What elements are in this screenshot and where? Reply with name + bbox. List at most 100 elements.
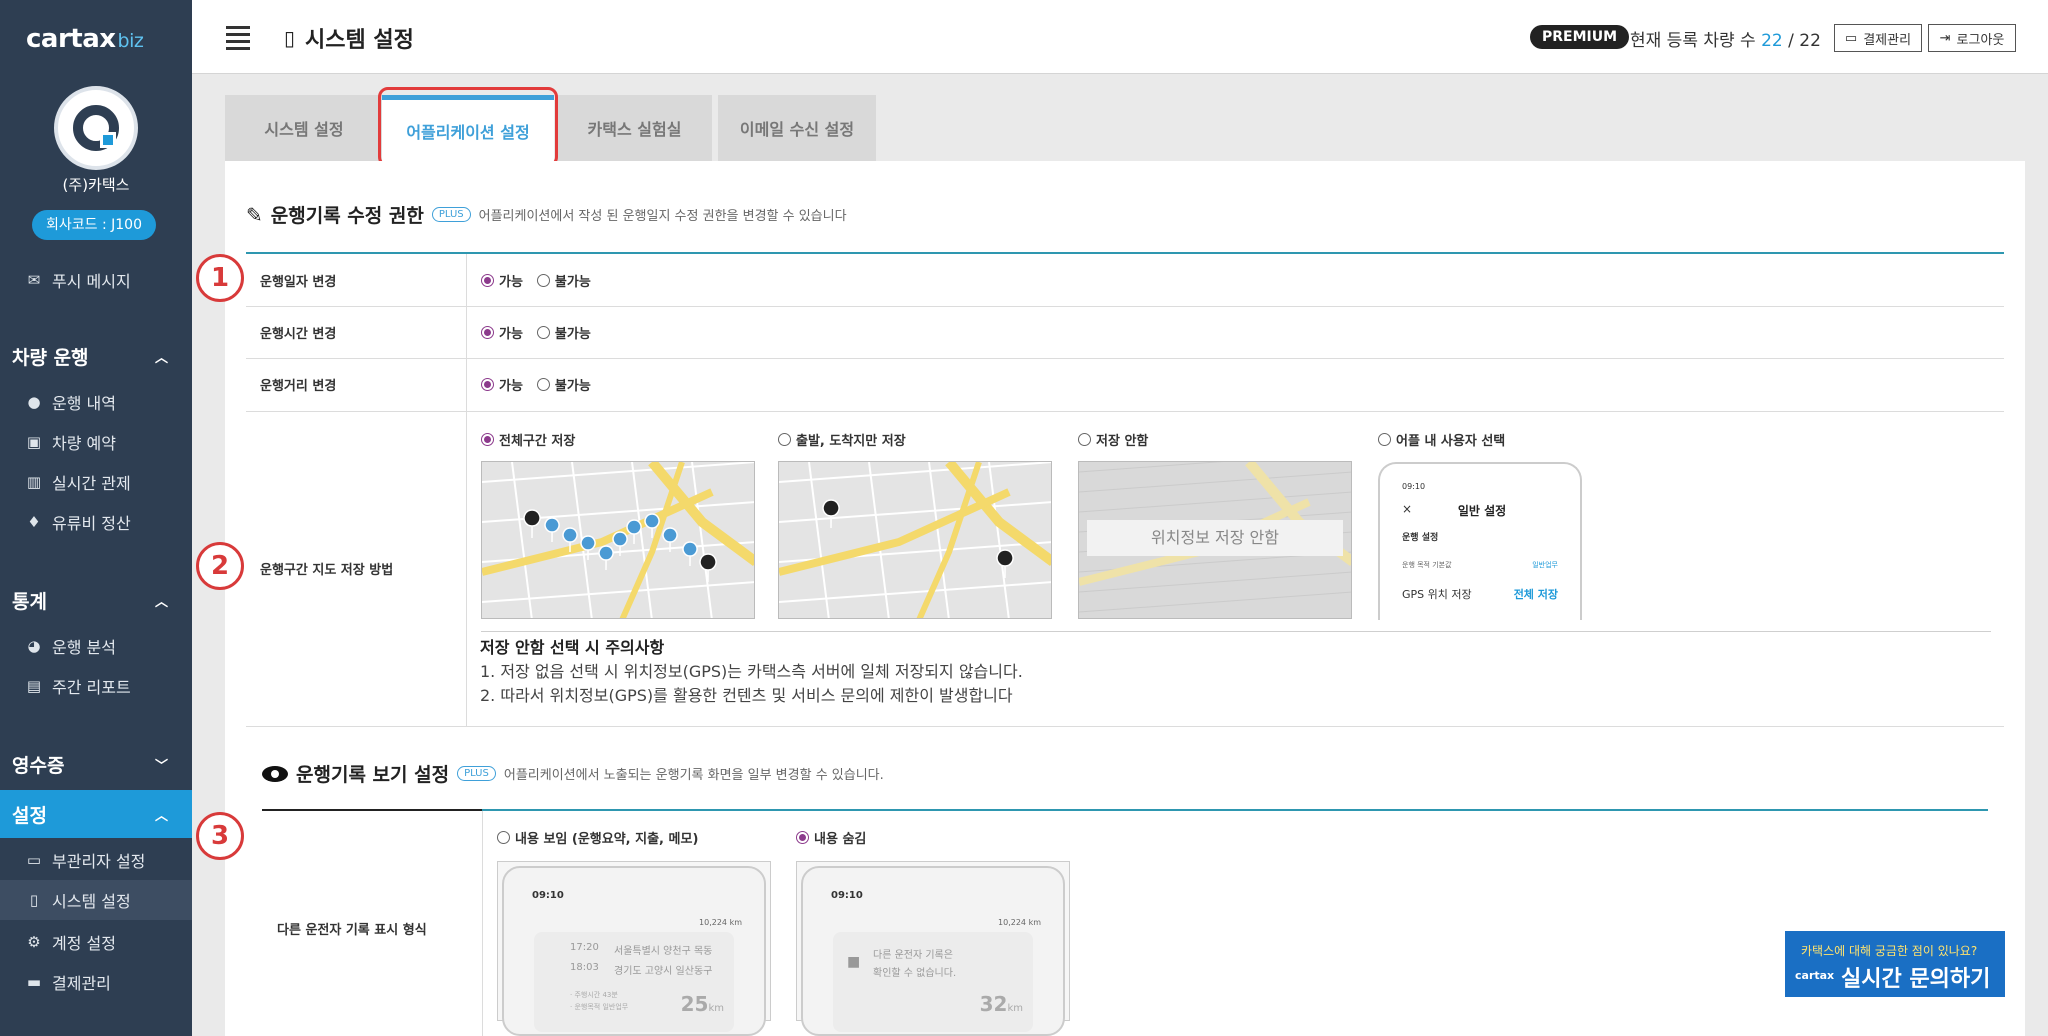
sidebar-item-weekly-report[interactable]: ▤ 주간 리포트 [26,674,131,698]
radio-label: 전체구간 저장 [499,434,576,449]
hamburger-menu-icon[interactable] [226,26,250,50]
section-description: 어플리케이션에서 노출되는 운행기록 화면을 일부 변경할 수 있습니다. [503,768,884,783]
notice-divider [481,631,1991,632]
map-no-save-preview: 위치정보 저장 안함 [1078,461,1352,619]
pie-chart-icon: ◕ [27,637,41,655]
sidebar-item-system-settings[interactable]: ▯ 시스템 설정 [0,880,192,920]
sidebar-item-vehicle-reservation[interactable]: ▣ 차량 예약 [26,430,116,454]
show-content-radio[interactable]: 내용 보임 (운행요약, 지출, 메모) [497,828,698,847]
radio-unchecked[interactable] [536,274,550,287]
hide-content-radio[interactable]: 내용 숨김 [796,828,866,847]
radio-unchecked[interactable] [536,326,550,339]
logout-button-label: 로그아웃 [1956,32,2005,48]
date-change-radio-group: 가능 불가능 [481,271,591,290]
tab-email-settings[interactable]: 이메일 수신 설정 [718,95,876,161]
notice-line-1: 1. 저장 없음 선택 시 위치정보(GPS)는 카택스측 서버에 일체 저장되… [480,662,1023,681]
radio-label: 가능 [499,327,523,342]
sidebar-item-label: 실시간 관제 [52,474,131,493]
radio-unchecked[interactable] [1378,433,1391,446]
trip-place-2: 경기도 고양시 일산동구 [614,966,713,977]
sidebar-section-statistics[interactable]: 통계 ︿ [0,576,192,624]
vehicle-count-separator: / [1782,31,1800,51]
hidden-trip-card: ■ 다른 운전자 기록은 확인할 수 없습니다. 32km [833,932,1033,1032]
eye-icon [262,765,288,782]
live-inquiry-button[interactable]: 카택스에 대해 궁금한 점이 있나요? cartax 실시간 문의하기 [1785,931,2005,997]
time-change-deny-radio[interactable]: 불가능 [536,323,591,342]
show-content-option: 내용 보임 (운행요약, 지출, 메모) [497,828,698,847]
map-save-full-radio[interactable]: 전체구간 저장 [481,430,575,449]
radio-checked[interactable] [796,831,809,844]
radio-checked[interactable] [481,274,494,287]
sidebar-item-push-message[interactable]: ✉ 푸시 메시지 [26,268,131,292]
top-header: ▯ 시스템 설정 PREMIUM 현재 등록 차량 수 22 / 22 ▭ 결제… [192,0,2048,74]
radio-label: 가능 [499,275,523,290]
drop-icon: ♦ [27,513,41,531]
billing-button-label: 결제관리 [1863,32,1912,48]
radio-unchecked[interactable] [497,831,510,844]
distance-change-deny-radio[interactable]: 불가능 [536,375,591,394]
sidebar-item-account-settings[interactable]: ⚙ 계정 설정 [26,930,116,954]
radio-unchecked[interactable] [1078,433,1091,446]
sidebar-item-label: 유류비 정산 [52,514,131,533]
sidebar-section-receipts[interactable]: 영수증 ﹀ [0,740,192,788]
company-code-badge: 회사코드 : J100 [32,210,156,240]
tab-system-settings[interactable]: 시스템 설정 [225,95,383,161]
date-change-allow-radio[interactable]: 가능 [481,271,523,290]
sidebar-item-realtime-control[interactable]: ▥ 실시간 관제 [26,470,131,494]
section-description: 어플리케이션에서 작성 된 운행일지 수정 권한을 변경할 수 있습니다 [478,209,847,224]
radio-checked[interactable] [481,378,494,391]
phone-distance-top: 10,224 km [998,918,1041,927]
chat-bubble-icon: ✉ [27,271,41,289]
radio-unchecked[interactable] [536,378,550,391]
sidebar-item-sub-admin[interactable]: ▭ 부관리자 설정 [26,848,146,872]
row-label-date: 운행일자 변경 [260,275,337,290]
trip-stat-label: · 주행시간 [570,991,601,999]
sidebar-item-label: 차량 예약 [52,434,116,453]
trip-stat-value: 일반업무 [602,1003,629,1011]
time-change-allow-radio[interactable]: 가능 [481,323,523,342]
phone-frame: 09:10 10,224 km ■ 다른 운전자 기록은 확인할 수 없습니다.… [801,866,1065,1036]
sidebar-section-label: 차량 운행 [12,346,89,369]
sidebar-item-fuel-settlement[interactable]: ♦ 유류비 정산 [26,510,131,534]
radio-unchecked[interactable] [778,433,791,446]
map-save-start-end-radio[interactable]: 출발, 도착지만 저장 [778,430,906,449]
sidebar: cartax biz (주)카택스 회사코드 : J100 ✉ 푸시 메시지 차량… [0,0,192,1036]
section-title-text: 운행기록 수정 권한 [270,205,424,227]
sidebar-section-label: 설정 [12,804,47,827]
map-no-save-radio[interactable]: 저장 안함 [1078,430,1148,449]
hide-content-option: 내용 숨김 [796,828,866,847]
sidebar-section-label: 통계 [12,590,47,613]
phone-row1-label: 운행 목적 기본값 [1402,561,1452,569]
trip-distance-unit: km [1007,1003,1023,1014]
tab-cartax-lab[interactable]: 카택스 실험실 [557,95,712,161]
section-edit-permission-title: ✎ 운행기록 수정 권한 PLUS 어플리케이션에서 작성 된 운행일지 수정 … [246,201,847,228]
sidebar-section-driving[interactable]: 차량 운행 ︿ [0,332,192,380]
cartax-logo[interactable]: cartax biz [26,24,144,54]
trip-stat-2: · 운행목적 일반업무 [570,1002,628,1012]
sidebar-item-trip-history[interactable]: ● 운행 내역 [26,390,116,414]
billing-button[interactable]: ▭ 결제관리 [1834,24,1922,52]
chevron-up-icon: ︿ [154,350,168,366]
credit-card-icon: ▭ [1844,30,1858,46]
radio-label: 저장 안함 [1096,434,1149,449]
phone-row2-value: 전체 저장 [1513,588,1558,601]
radio-label: 내용 숨김 [814,832,867,847]
date-change-deny-radio[interactable]: 불가능 [536,271,591,290]
sidebar-section-settings[interactable]: 설정 ︿ [0,790,192,838]
chat-brand: cartax [1795,969,1835,982]
sidebar-item-trip-analysis[interactable]: ◕ 운행 분석 [26,634,116,658]
radio-label: 불가능 [554,275,591,290]
phone-frame: 09:10 10,224 km 17:20 서울특별시 양천구 목동 18:03… [502,866,766,1036]
plus-badge: PLUS [457,766,496,781]
radio-checked[interactable] [481,433,494,446]
trip-stat-label: · 운행목적 [570,1003,601,1011]
map-start-end-option: 출발, 도착지만 저장 [778,430,906,449]
map-user-choice-radio[interactable]: 어플 내 사용자 선택 [1378,430,1505,449]
phone-icon: ▯ [284,26,296,50]
sidebar-item-billing[interactable]: ▬ 결제관리 [26,970,111,994]
logout-button[interactable]: ⇥ 로그아웃 [1928,24,2016,52]
distance-change-allow-radio[interactable]: 가능 [481,375,523,394]
radio-checked[interactable] [481,326,494,339]
trip-time-1: 17:20 [570,942,599,953]
sidebar-item-label: 주간 리포트 [52,678,131,697]
